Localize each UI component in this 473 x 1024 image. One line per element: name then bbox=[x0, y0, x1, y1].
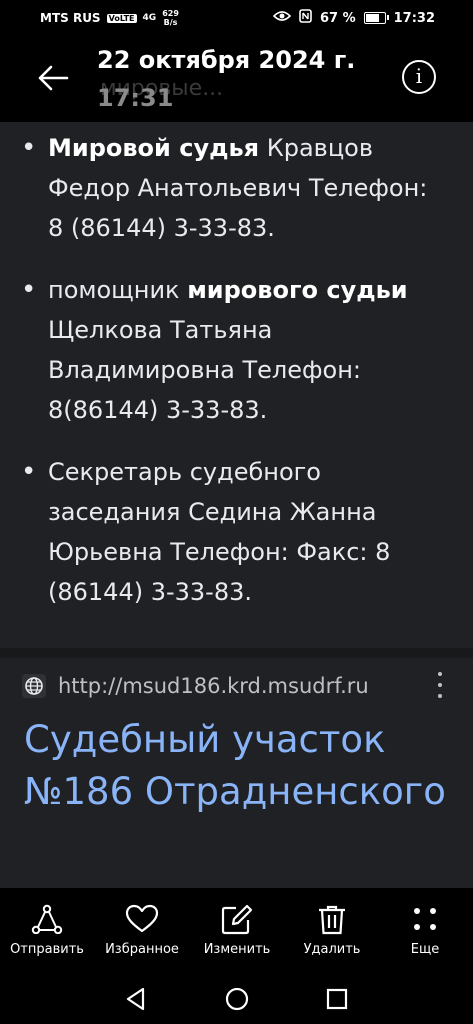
item-bold: мирового судьи bbox=[187, 276, 408, 304]
favorite-label: Избранное bbox=[105, 942, 179, 957]
circle-home-icon bbox=[225, 987, 249, 1011]
share-icon bbox=[31, 904, 63, 934]
contacts-list: Мировой судья Кравцов Федор Анатольевич … bbox=[0, 128, 473, 634]
net-rate: 629 B/s bbox=[162, 9, 179, 27]
arrow-left-icon bbox=[38, 65, 69, 91]
result-menu-icon[interactable] bbox=[432, 672, 448, 698]
favorite-button[interactable]: Избранное bbox=[95, 888, 189, 974]
info-icon: i bbox=[415, 64, 423, 88]
signal-indicator: 4G bbox=[142, 12, 157, 23]
edit-label: Изменить bbox=[203, 942, 271, 957]
list-item: помощник мирового судьи Щелкова Татьяна … bbox=[0, 270, 473, 430]
result-title-link[interactable]: Судебный участок №186 Отрадненского bbox=[24, 714, 454, 818]
delete-label: Удалить bbox=[303, 942, 361, 957]
result-url-row[interactable]: http://msud186.krd.msudrf.ru bbox=[22, 674, 369, 698]
nfc-icon bbox=[299, 9, 312, 27]
battery-percent: 67 % bbox=[319, 10, 356, 26]
edit-icon bbox=[221, 904, 253, 935]
more-grid-icon bbox=[414, 908, 436, 930]
result-url[interactable]: http://msud186.krd.msudrf.ru bbox=[58, 674, 369, 698]
divider bbox=[0, 648, 473, 658]
edit-button[interactable]: Изменить bbox=[190, 888, 284, 974]
status-bar: MTS RUS VoLTE 4G 629 B/s 67 % 17:32 bbox=[0, 0, 473, 36]
globe-icon bbox=[22, 674, 46, 698]
share-button[interactable]: Отправить bbox=[0, 888, 94, 974]
item-pre: помощник bbox=[48, 276, 188, 304]
list-item: Секретарь судебного заседания Седина Жан… bbox=[0, 452, 473, 612]
battery-icon bbox=[363, 12, 389, 24]
status-time: 17:32 bbox=[393, 10, 435, 26]
status-left: MTS RUS VoLTE 4G 629 B/s bbox=[40, 9, 179, 27]
trash-icon bbox=[319, 905, 345, 935]
volte-badge: VoLTE bbox=[106, 13, 137, 23]
heart-icon bbox=[125, 904, 159, 933]
system-nav-bar bbox=[0, 974, 473, 1024]
top-app-bar: мировые... 22 октября 2024 г. 17:31 i bbox=[0, 36, 473, 122]
item-text: Секретарь судебного заседания Седина Жан… bbox=[48, 458, 391, 606]
screenshot-date: 22 октября 2024 г. bbox=[97, 46, 356, 74]
more-button[interactable]: Еще bbox=[378, 888, 472, 974]
item-bold: Мировой судья bbox=[48, 134, 260, 162]
back-button[interactable] bbox=[30, 56, 76, 100]
status-right: 67 % 17:32 bbox=[272, 9, 435, 27]
net-rate-value: 629 bbox=[162, 9, 179, 18]
list-item: Мировой судья Кравцов Федор Анатольевич … bbox=[0, 128, 473, 248]
nav-back-button[interactable] bbox=[121, 984, 151, 1014]
screenshot-content: Мировой судья Кравцов Федор Анатольевич … bbox=[0, 122, 473, 888]
more-label: Еще bbox=[410, 942, 440, 957]
share-label: Отправить bbox=[10, 942, 84, 957]
net-rate-unit: B/s bbox=[163, 18, 178, 27]
eye-icon bbox=[272, 10, 292, 26]
square-recents-icon bbox=[326, 988, 348, 1010]
triangle-back-icon bbox=[126, 987, 145, 1011]
nav-recents-button[interactable] bbox=[322, 984, 352, 1014]
screenshot-time: 17:31 bbox=[97, 84, 174, 112]
info-button[interactable]: i bbox=[402, 60, 436, 94]
carrier-name: MTS RUS bbox=[40, 11, 101, 25]
action-bar: Отправить Избранное Изменить Удалить Еще bbox=[0, 888, 473, 974]
nav-home-button[interactable] bbox=[222, 984, 252, 1014]
delete-button[interactable]: Удалить bbox=[285, 888, 379, 974]
item-text: Щелкова Татьяна Владимировна Телефон: 8(… bbox=[48, 316, 362, 424]
